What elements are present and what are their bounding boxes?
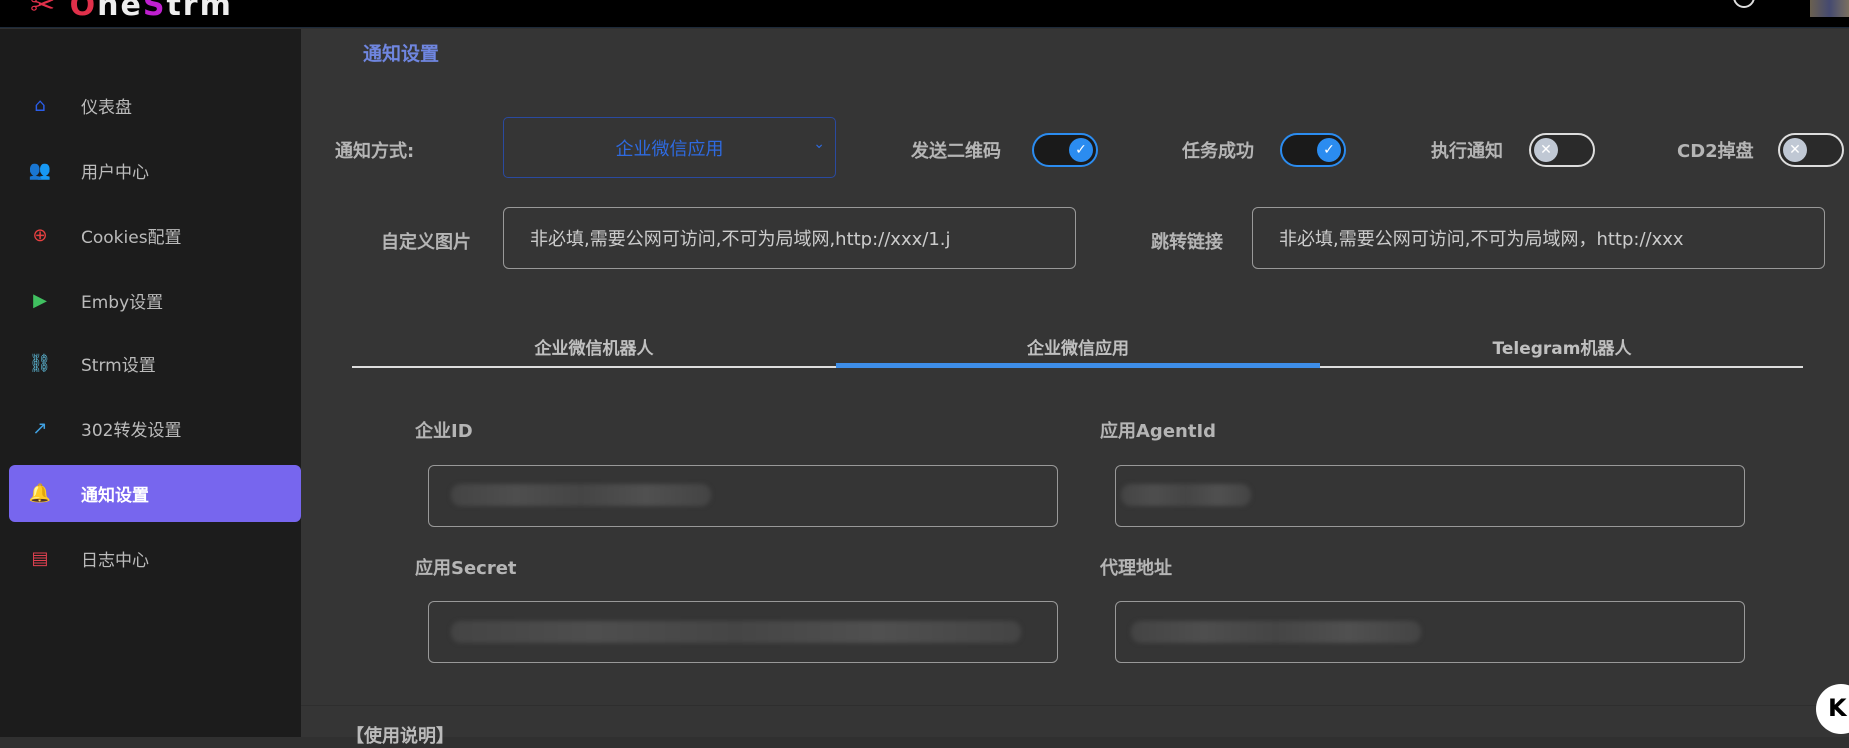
agent-id-label: 应用AgentId	[1100, 421, 1217, 442]
sidebar-item-label: Strm设置	[81, 356, 156, 376]
x-icon: ✕	[1783, 138, 1807, 162]
sidebar-item-5[interactable]: ↗ 302转发设置	[9, 400, 301, 457]
toggle-label-qrcode: 发送二维码	[911, 141, 1001, 162]
secret-label: 应用Secret	[415, 558, 517, 579]
channel-tabs: 企业微信机器人 企业微信应用 Telegram机器人	[352, 334, 1803, 368]
sidebar-item-7[interactable]: ▤ 日志中心	[9, 530, 301, 587]
custom-image-label: 自定义图片	[381, 232, 471, 253]
toggle-task-success[interactable]: ✓	[1280, 133, 1346, 167]
method-select-value: 企业微信应用	[615, 138, 724, 160]
sidebar-item-6[interactable]: 🔔 通知设置	[9, 465, 301, 522]
toggle-send-qrcode[interactable]: ✓	[1032, 133, 1098, 167]
method-label: 通知方式:	[335, 141, 415, 162]
plus-circle-icon: ⊕	[32, 225, 48, 246]
toggle-label-cd2: CD2掉盘	[1677, 141, 1754, 162]
sidebar-item-label: Cookies配置	[81, 228, 182, 248]
sidebar-item-label: 日志中心	[81, 551, 149, 571]
bell-icon: 🔔	[28, 483, 52, 504]
method-select[interactable]: 企业微信应用 ⌄	[503, 117, 836, 178]
file-icon: ▤	[31, 548, 49, 569]
usage-heading: 【使用说明】	[346, 726, 454, 747]
app-logo[interactable]: ✂ OneStrm	[30, 0, 233, 23]
toggle-label-exec-notify: 执行通知	[1431, 141, 1503, 162]
page-title: 通知设置	[363, 43, 440, 65]
tab-wecom-app[interactable]: 企业微信应用	[836, 334, 1320, 368]
sidebar-item-label: 通知设置	[81, 486, 149, 506]
toggle-exec-notify[interactable]: ✕	[1529, 133, 1595, 167]
jump-link-input[interactable]: 非必填,需要公网可访问,不可为局域网，http://xxx	[1252, 207, 1825, 269]
top-header: ✂ OneStrm	[0, 0, 1849, 28]
chevron-down-icon: ⌄	[813, 136, 825, 152]
sidebar-item-1[interactable]: 👥 用户中心	[9, 142, 301, 199]
toggle-label-task-success: 任务成功	[1182, 141, 1254, 162]
main-content: 通知设置 通知方式: 企业微信应用 ⌄ 发送二维码 ✓ 任务成功 ✓ 执行通知 ✕…	[301, 29, 1849, 747]
corp-id-label: 企业ID	[415, 421, 473, 442]
divider	[301, 705, 1849, 706]
proxy-label: 代理地址	[1100, 558, 1172, 579]
link-icon: ⛓	[28, 353, 52, 374]
sidebar-item-3[interactable]: ▶ Emby设置	[9, 272, 301, 329]
help-icon[interactable]	[1733, 0, 1755, 8]
sidebar-item-label: 用户中心	[81, 163, 149, 183]
home-icon: ⌂	[34, 95, 46, 116]
jump-link-label: 跳转链接	[1151, 232, 1223, 253]
sidebar-item-label: 302转发设置	[81, 421, 182, 441]
avatar[interactable]	[1810, 0, 1849, 17]
x-icon: ✕	[1534, 138, 1558, 162]
sidebar-item-4[interactable]: ⛓ Strm设置	[9, 335, 301, 392]
toggle-cd2-drop[interactable]: ✕	[1778, 133, 1844, 167]
check-icon: ✓	[1317, 138, 1341, 162]
tab-wecom-bot[interactable]: 企业微信机器人	[352, 334, 836, 359]
sidebar: ⌂ 仪表盘 👥 用户中心 ⊕ Cookies配置 ▶ Emby设置 ⛓ Strm设置 ↗ 302转发设…	[0, 29, 301, 737]
sidebar-item-label: Emby设置	[81, 293, 164, 313]
check-icon: ✓	[1069, 138, 1093, 162]
sidebar-item-label: 仪表盘	[81, 98, 132, 118]
sidebar-item-0[interactable]: ⌂ 仪表盘	[9, 77, 301, 134]
tab-telegram-bot[interactable]: Telegram机器人	[1320, 334, 1804, 359]
users-icon: 👥	[28, 160, 52, 181]
play-icon: ▶	[33, 290, 47, 311]
sidebar-item-2[interactable]: ⊕ Cookies配置	[9, 207, 301, 264]
custom-image-input[interactable]: 非必填,需要公网可访问,不可为局域网,http://xxx/1.j	[503, 207, 1076, 269]
external-link-icon: ↗	[32, 418, 48, 439]
